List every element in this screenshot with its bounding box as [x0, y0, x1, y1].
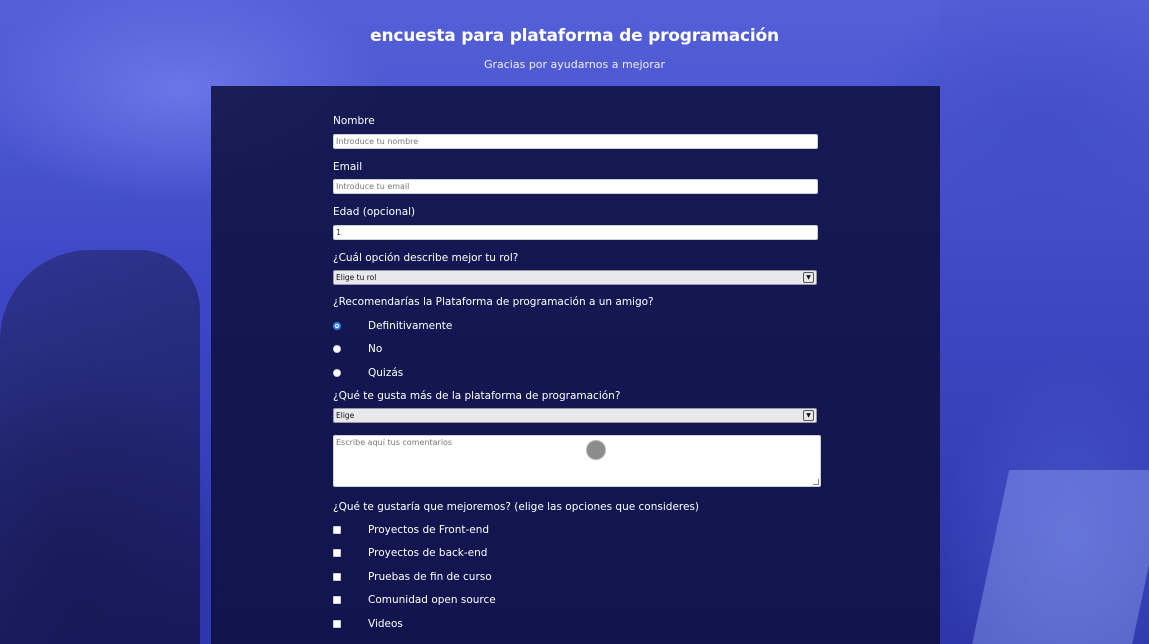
favorite-select-value: Elige — [336, 411, 355, 420]
comments-textarea[interactable]: Escribe aquí tus comentarios — [333, 435, 821, 487]
radio-quizas[interactable] — [333, 369, 341, 377]
favorite-label: ¿Qué te gusta más de la plataforma de pr… — [333, 390, 621, 402]
checkbox-backend[interactable] — [333, 549, 341, 557]
radio-definitivamente[interactable] — [333, 322, 341, 330]
background-person-left — [0, 250, 200, 644]
chevron-down-icon: ▼ — [803, 272, 814, 283]
age-label: Edad (opcional) — [333, 206, 416, 218]
age-input[interactable] — [333, 225, 818, 240]
radio-label-no: No — [368, 343, 383, 355]
checkbox-label-pruebas: Pruebas de fin de curso — [368, 571, 492, 583]
role-select-value: Elige tu rol — [336, 273, 377, 282]
mouse-cursor-icon — [586, 440, 606, 460]
email-input[interactable] — [333, 179, 818, 194]
survey-form: Nombre Email Edad (opcional) ¿Cuál opció… — [211, 86, 940, 644]
chevron-down-icon: ▼ — [803, 410, 814, 421]
resize-handle-icon[interactable] — [813, 479, 819, 485]
favorite-select[interactable]: Elige ▼ — [333, 408, 817, 423]
checkbox-label-frontend: Proyectos de Front-end — [368, 524, 490, 536]
role-select[interactable]: Elige tu rol ▼ — [333, 270, 817, 285]
role-label: ¿Cuál opción describe mejor tu rol? — [333, 252, 519, 264]
checkbox-label-opensource: Comunidad open source — [368, 594, 496, 606]
checkbox-opensource[interactable] — [333, 596, 341, 604]
email-label: Email — [333, 161, 363, 173]
page-subtitle: Gracias por ayudarnos a mejorar — [483, 58, 666, 71]
checkbox-label-videos: Videos — [368, 618, 403, 630]
radio-label-quizas: Quizás — [368, 367, 404, 379]
recommend-label: ¿Recomendarías la Plataforma de programa… — [333, 296, 654, 308]
radio-label-definitivamente: Definitivamente — [368, 320, 453, 332]
checkbox-pruebas[interactable] — [333, 573, 341, 581]
name-label: Nombre — [333, 115, 375, 127]
checkbox-videos[interactable] — [333, 620, 341, 628]
checkbox-frontend[interactable] — [333, 526, 341, 534]
comments-placeholder: Escribe aquí tus comentarios — [336, 438, 453, 447]
page-title: encuesta para plataforma de programación — [370, 26, 779, 46]
improve-label: ¿Qué te gustaría que mejoremos? (elige l… — [333, 501, 700, 513]
name-input[interactable] — [333, 134, 818, 149]
radio-no[interactable] — [333, 345, 341, 353]
checkbox-label-backend: Proyectos de back-end — [368, 547, 488, 559]
page-header: encuesta para plataforma de programación… — [0, 26, 1149, 71]
